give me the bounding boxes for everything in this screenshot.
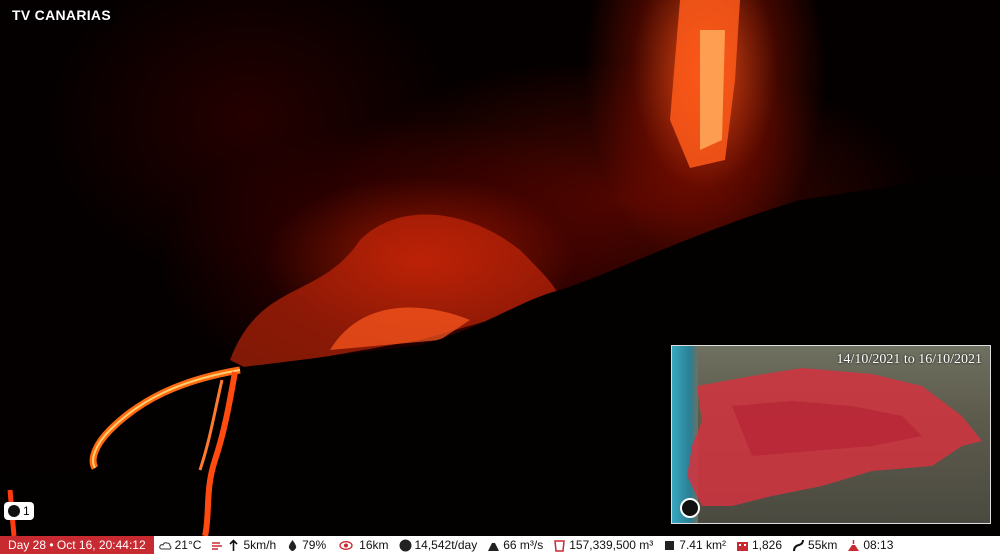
temperature-stat: 21°C [154,536,207,554]
counter-value: 1 [23,504,30,518]
humidity-stat: 79% [281,536,331,554]
buildings-icon [736,541,748,551]
cloud-icon [158,541,172,549]
lava-area-overlay [687,368,982,506]
lava-flow-map-inset: 14/10/2021 to 16/10/2021 [671,345,991,524]
viewer-counter: 1 [4,502,34,520]
compass-icon [8,505,20,517]
map-date-range: 14/10/2021 to 16/10/2021 [836,352,982,367]
area-stat: 7.41 km² [658,536,731,554]
droplet-icon [288,539,297,551]
map-compass-icon [680,498,700,518]
wind-stat: 5km/h [206,536,281,554]
arrow-up-icon [229,538,239,551]
status-bar: Day 28 • Oct 16, 20:44:12 21°C 5km/h 79%… [0,536,1000,554]
day-timestamp: Day 28 • Oct 16, 20:44:12 [0,536,154,554]
road-stat: 55km [787,536,842,554]
road-icon [793,539,805,551]
so2-icon [399,539,411,551]
wind-icon [212,541,223,550]
buildings-stat: 1,826 [731,536,787,554]
visibility-stat: 16km [331,536,393,554]
cup-icon [554,539,566,552]
channel-logo: TV CANARIAS [8,6,115,24]
time-stat: 08:13 [842,536,898,554]
lava-flow-stat: 66 m³/s [482,536,548,554]
eruption-icon [848,539,860,551]
lava-volume-stat: 157,339,500 m³ [548,536,658,554]
volcano-icon [488,542,500,551]
so2-stat: 14,542t/day [394,536,483,554]
area-icon [665,540,675,550]
eye-icon [339,540,353,550]
